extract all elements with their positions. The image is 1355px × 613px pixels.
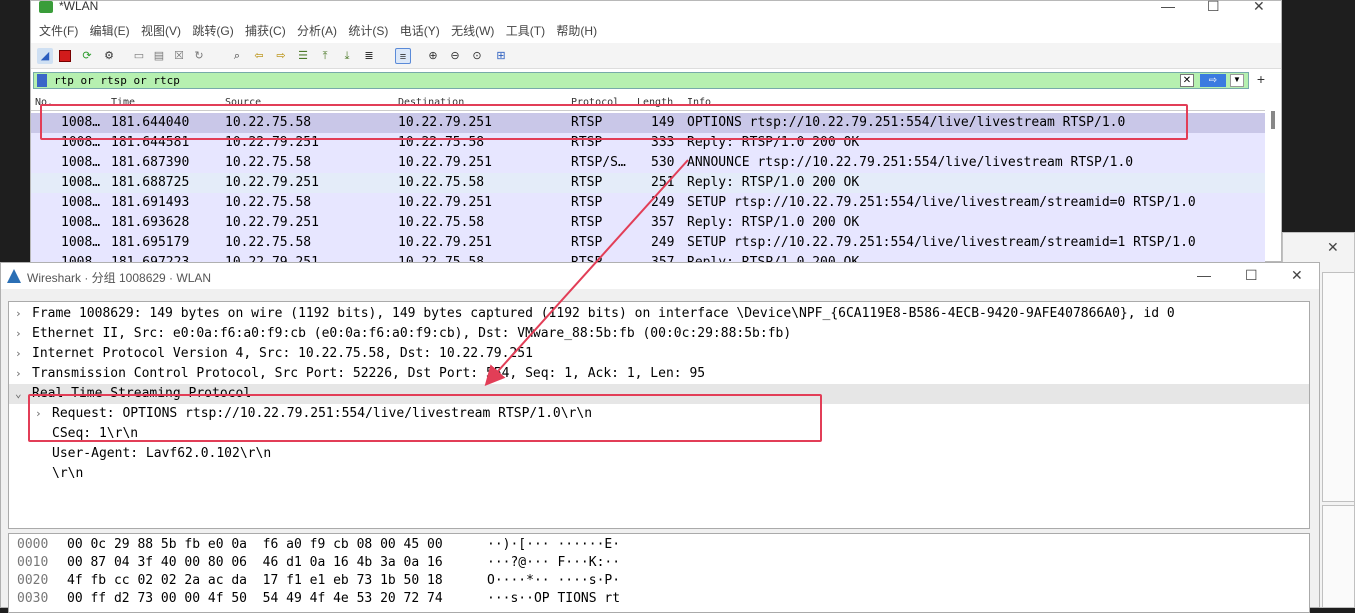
annotation-arrow <box>484 159 689 386</box>
